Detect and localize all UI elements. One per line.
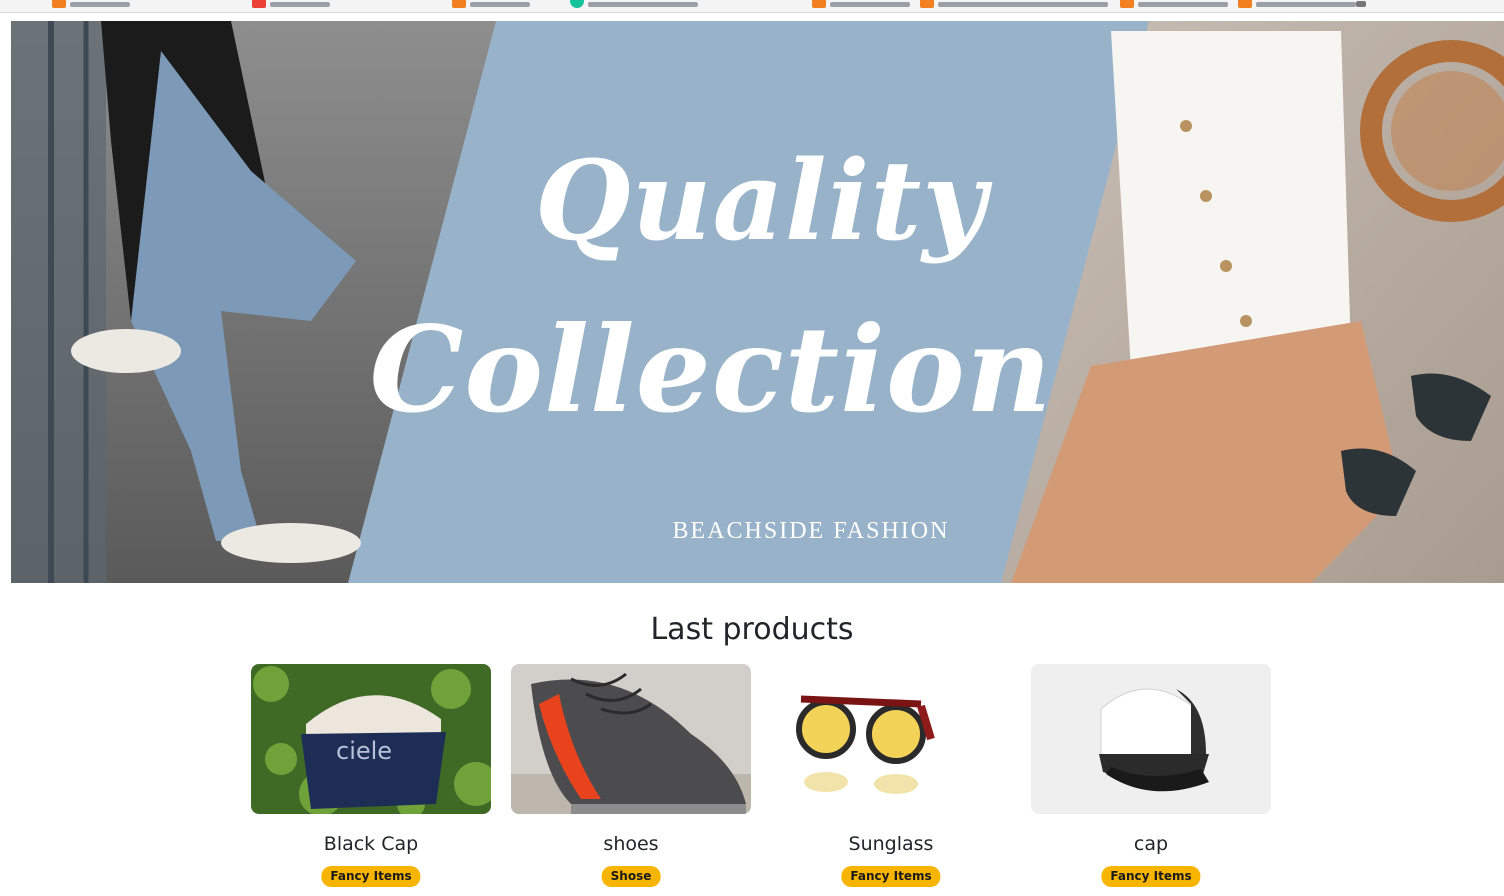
- category-badge: Fancy Items: [1101, 866, 1201, 887]
- bookmark-favicon-icon: [1238, 0, 1252, 8]
- bookmarks-bar: [0, 0, 1504, 13]
- bookmark-favicon-icon: [52, 0, 66, 8]
- product-card[interactable]: shoes Shose: [511, 664, 751, 896]
- bookmark-favicon-icon: [812, 0, 826, 8]
- product-image-sunglass[interactable]: [771, 664, 1011, 814]
- product-name[interactable]: cap: [1031, 830, 1271, 858]
- bookmark-item[interactable]: [452, 0, 530, 8]
- bookmark-item[interactable]: [812, 0, 910, 8]
- product-name[interactable]: shoes: [511, 830, 751, 858]
- product-image-shoes[interactable]: [511, 664, 751, 814]
- product-image-trucker-cap[interactable]: [1031, 664, 1271, 814]
- product-card[interactable]: ciele Black Cap Fancy Items: [251, 664, 491, 896]
- product-name[interactable]: Black Cap: [251, 830, 491, 858]
- bookmark-item[interactable]: [52, 0, 130, 8]
- hero-title-line2: Collection: [369, 300, 1053, 439]
- category-badge: Shose: [601, 866, 661, 887]
- bookmark-favicon-icon: [570, 0, 584, 8]
- section-title: Last products: [650, 612, 854, 647]
- overflow-icon: [1356, 1, 1366, 7]
- category-badge: Fancy Items: [841, 866, 941, 887]
- product-grid: ciele Black Cap Fancy Items shoes Shose: [251, 664, 1271, 896]
- bookmark-favicon-icon: [1120, 0, 1134, 8]
- hero-banner: Quality Collection BEACHSIDE FASHION: [11, 21, 1504, 583]
- bookmarks-overflow[interactable]: [1356, 0, 1366, 8]
- hero-title-line1: Quality: [534, 136, 988, 265]
- product-name[interactable]: Sunglass: [771, 830, 1011, 858]
- bookmark-item[interactable]: [920, 0, 1108, 8]
- product-card[interactable]: cap Fancy Items: [1031, 664, 1271, 896]
- bookmark-favicon-icon: [920, 0, 934, 8]
- product-card[interactable]: Sunglass Fancy Items: [771, 664, 1011, 896]
- hero-subtitle: BEACHSIDE FASHION: [672, 518, 950, 544]
- bookmark-favicon-icon: [452, 0, 466, 8]
- bookmark-item[interactable]: [1238, 0, 1356, 8]
- bookmark-favicon-icon: [252, 0, 266, 8]
- category-badge: Fancy Items: [321, 866, 421, 887]
- bookmark-item[interactable]: [252, 0, 330, 8]
- product-image-cap[interactable]: ciele: [251, 664, 491, 814]
- bookmark-item[interactable]: [570, 0, 698, 8]
- bookmark-item[interactable]: [1120, 0, 1228, 8]
- svg-text:ciele: ciele: [336, 737, 392, 765]
